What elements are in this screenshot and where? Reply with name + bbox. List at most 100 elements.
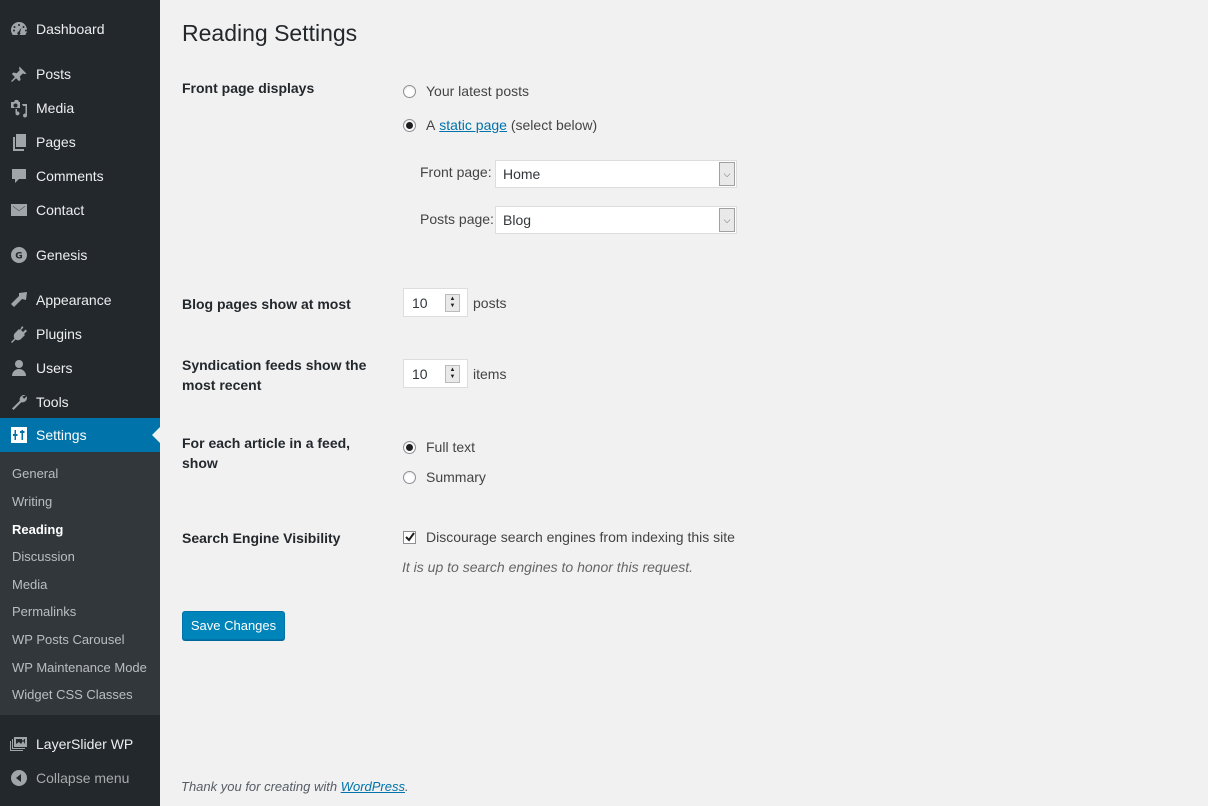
radio-button[interactable]	[403, 84, 416, 98]
chevron-down-icon[interactable]: ⌵	[719, 162, 735, 186]
sidebar-item-settings[interactable]: Settings	[0, 418, 160, 452]
footer-text: Thank you for creating with	[181, 779, 338, 794]
sidebar-item-label: Plugins	[36, 326, 82, 342]
spin-down-icon[interactable]: ▼	[450, 374, 456, 381]
checkbox[interactable]	[403, 530, 416, 544]
front-page-displays-label: Front page displays	[182, 80, 315, 96]
checkbox-label: Discourage search engines from indexing …	[426, 529, 735, 545]
sidebar-item-media[interactable]: Media	[0, 91, 160, 125]
sidebar-item-label: Tools	[36, 394, 69, 410]
search-visibility-description: It is up to search engines to honor this…	[402, 559, 694, 575]
save-changes-button[interactable]: Save Changes	[182, 611, 285, 640]
spin-up-icon[interactable]: ▲	[450, 296, 456, 303]
sidebar-item-appearance[interactable]: Appearance	[0, 283, 160, 317]
blog-pages-suffix: posts	[473, 295, 507, 311]
user-icon	[0, 358, 36, 378]
sidebar-item-comments[interactable]: Comments	[0, 159, 160, 193]
sidebar-item-label: Genesis	[36, 247, 88, 263]
number-spinner[interactable]: ▲ ▼	[445, 293, 460, 312]
sidebar-item-label: Users	[36, 360, 73, 376]
sidebar-item-label: Collapse menu	[36, 770, 130, 786]
pushpin-icon	[0, 64, 36, 84]
radio-latest-posts[interactable]: Your latest posts	[403, 83, 529, 99]
comment-icon	[0, 166, 36, 186]
syndication-number-input[interactable]: 10 ▲ ▼	[403, 359, 468, 388]
sidebar-item-genesis[interactable]: G Genesis	[0, 238, 160, 272]
front-page-select[interactable]: Home ⌵	[495, 160, 737, 188]
radio-button[interactable]	[403, 470, 416, 484]
page-title: Reading Settings	[182, 20, 358, 46]
envelope-icon	[0, 200, 36, 220]
front-page-select-value: Home	[503, 166, 541, 182]
sidebar-item-label: Contact	[36, 202, 85, 218]
pages-icon	[0, 132, 36, 152]
posts-page-select[interactable]: Blog ⌵	[495, 206, 737, 234]
radio-button[interactable]	[403, 118, 416, 132]
radio-label: Your latest posts	[426, 83, 529, 99]
submenu-item-writing[interactable]: Writing	[12, 494, 52, 509]
static-page-link[interactable]: static page	[439, 117, 507, 133]
radio-label-prefix: A	[426, 117, 436, 133]
wrench-icon	[0, 392, 36, 412]
wordpress-link[interactable]: WordPress	[341, 779, 405, 794]
blog-pages-value: 10	[412, 294, 428, 311]
submenu-item-discussion[interactable]: Discussion	[12, 549, 75, 564]
settings-submenu: General Writing Reading Discussion Media…	[0, 452, 160, 715]
plugin-icon	[0, 324, 36, 344]
sidebar-item-label: Posts	[36, 66, 72, 82]
submenu-item-permalinks[interactable]: Permalinks	[12, 604, 76, 619]
posts-page-select-label: Posts page:	[420, 211, 494, 227]
sidebar-item-label: LayerSlider WP	[36, 736, 134, 752]
submenu-item-reading[interactable]: Reading	[12, 522, 63, 537]
sidebar-item-dashboard[interactable]: Dashboard	[0, 12, 160, 46]
submenu-item-widget-css-classes[interactable]: Widget CSS Classes	[12, 687, 133, 702]
radio-button[interactable]	[403, 440, 416, 454]
radio-full-text[interactable]: Full text	[403, 439, 475, 455]
sidebar-item-contact[interactable]: Contact	[0, 193, 160, 227]
footer-period: .	[405, 779, 409, 794]
media-icon	[0, 98, 36, 118]
sidebar-item-pages[interactable]: Pages	[0, 125, 160, 159]
posts-page-select-value: Blog	[503, 212, 532, 228]
syndication-suffix: items	[473, 366, 507, 382]
admin-sidebar: Dashboard Posts Media Pages Comments Con…	[0, 0, 160, 806]
number-spinner[interactable]: ▲ ▼	[445, 364, 460, 383]
sidebar-item-label: Dashboard	[36, 21, 105, 37]
paintbrush-icon	[0, 290, 36, 310]
syndication-value: 10	[412, 365, 428, 382]
spin-up-icon[interactable]: ▲	[450, 367, 456, 374]
submenu-item-general[interactable]: General	[12, 466, 58, 481]
sidebar-item-label: Comments	[36, 168, 104, 184]
collapse-menu-button[interactable]: Collapse menu	[0, 761, 160, 795]
feed-article-label: For each article in a feed, show	[182, 435, 351, 471]
current-menu-arrow	[152, 427, 160, 443]
dashboard-icon	[0, 19, 36, 39]
blog-pages-number-input[interactable]: 10 ▲ ▼	[403, 288, 468, 317]
sidebar-item-tools[interactable]: Tools	[0, 385, 160, 419]
chevron-down-icon[interactable]: ⌵	[719, 208, 735, 232]
submenu-item-wp-posts-carousel[interactable]: WP Posts Carousel	[12, 632, 124, 647]
syndication-label: Syndication feeds show the most recent	[182, 357, 367, 393]
checkmark-icon	[405, 531, 415, 542]
submenu-item-media[interactable]: Media	[12, 577, 47, 592]
sidebar-item-users[interactable]: Users	[0, 351, 160, 385]
front-page-select-label: Front page:	[420, 164, 492, 180]
spin-down-icon[interactable]: ▼	[450, 303, 456, 310]
sidebar-item-plugins[interactable]: Plugins	[0, 317, 160, 351]
settings-sliders-icon	[0, 425, 36, 445]
radio-label: Full text	[426, 439, 476, 455]
sidebar-item-posts[interactable]: Posts	[0, 57, 160, 91]
submenu-item-wp-maintenance-mode[interactable]: WP Maintenance Mode	[12, 660, 147, 675]
radio-label-suffix: (select below)	[510, 117, 598, 133]
search-visibility-label: Search Engine Visibility	[182, 530, 341, 546]
sidebar-item-label: Settings	[36, 427, 87, 443]
radio-summary[interactable]: Summary	[403, 469, 486, 485]
footer-thankyou: Thank you for creating with WordPress.	[181, 779, 409, 794]
radio-static-page[interactable]: A static page (select below)	[403, 117, 597, 133]
collapse-arrow-icon	[0, 768, 36, 788]
images-stack-icon	[0, 734, 36, 754]
discourage-search-checkbox[interactable]: Discourage search engines from indexing …	[403, 529, 735, 545]
sidebar-item-layerslider[interactable]: LayerSlider WP	[0, 727, 160, 761]
sidebar-item-label: Appearance	[36, 292, 112, 308]
radio-label: Summary	[426, 469, 486, 485]
